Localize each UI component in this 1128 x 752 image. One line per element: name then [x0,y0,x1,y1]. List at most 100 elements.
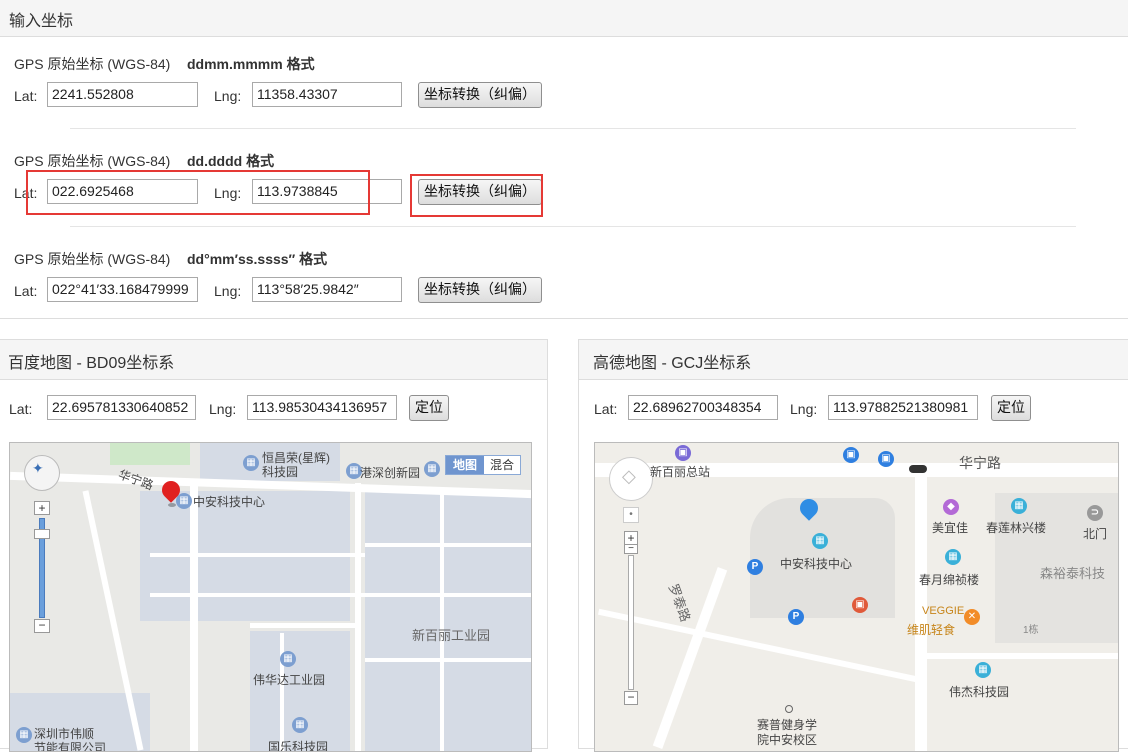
building-icon: ▦ [945,549,961,565]
gaode-lat-label: Lat: [594,401,618,417]
gate-icon: ⊃ [1087,505,1103,521]
baidu-panel-header: 百度地图 - BD09坐标系 [0,340,547,380]
zoom-slider-handle[interactable]: − [624,544,638,554]
poi-building-icon: ▦ [176,493,192,509]
section3-lat-label: Lat: [14,283,38,299]
divider-1 [70,128,1076,129]
page-title: 输入坐标 [9,13,74,30]
bus-stop-icon: ▣ [843,447,859,463]
map-poi-label: 新百丽总站 [650,465,711,479]
baidu-panel: 百度地图 - BD09坐标系 Lat: 22.695781330640852 L… [0,339,548,752]
highlight-inputs-box [26,170,370,215]
map-poi-label: 中安科技中心 [193,495,266,509]
map-block [250,631,350,751]
zoom-slider-handle[interactable] [34,529,50,539]
section-ddmm: GPS 原始坐标 (WGS-84) ddmm.mmmm 格式 Lat: 2241… [0,37,1128,127]
building-icon: ▦ [812,533,828,549]
map-poi-label: VEGGIE [922,605,965,617]
gaode-lng-input[interactable]: 113.97882521380981 [828,395,978,420]
zoom-out-button[interactable]: − [34,619,50,633]
map-road [365,543,531,547]
map-poi-label: 伟杰科技园 [949,685,1010,699]
shop-icon: ◆ [943,499,959,515]
section1-lng-input[interactable]: 11358.43307 [252,82,402,107]
map-road [652,567,728,749]
zoom-slider[interactable] [628,555,634,690]
gaode-panel-header: 高德地图 - GCJ坐标系 [579,340,1128,380]
pan-control[interactable]: ✦ [24,455,60,491]
map-type-hybrid-button[interactable]: 混合 [484,456,520,474]
map-type-switch: 地图 混合 [445,455,521,475]
marker-shadow [168,503,176,507]
map-poi-label: 1栋 [1023,625,1039,636]
section1-convert-button[interactable]: 坐标转换（纠偏） [418,82,542,108]
section3-label: GPS 原始坐标 (WGS-84) [14,251,171,267]
section3-lng-input[interactable]: 113°58′25.9842″ [252,277,402,302]
map-poi-label: 森裕泰科技 [1040,566,1106,581]
map-road [365,658,531,662]
map-poi-label: 新百丽工业园 [412,628,491,643]
baidu-map[interactable]: ✦ + − 地图 混合 华宁路 ▦ 恒昌荣(星辉) 科技园 ▦ 港深创新园 ▦ … [9,442,532,752]
building-icon: ▦ [975,662,991,678]
pan-control[interactable]: ◇ [609,457,653,501]
store-icon: ▣ [852,597,868,613]
section1-lat-input[interactable]: 2241.552808 [47,82,198,107]
gaode-map[interactable]: ◇ • + − − ▣ 新百丽总站 ▣ ▣ 华宁路 ◆ 美宜佳 ▦ 春莲林兴楼 … [594,442,1119,752]
pan-arrows-icon: ◇ [622,466,636,486]
zoom-in-button[interactable]: + [34,501,50,515]
baidu-lat-input[interactable]: 22.695781330640852 [47,395,196,420]
map-road [150,553,365,557]
section1-format: ddmm.mmmm 格式 [187,56,315,72]
map-poi-label: 春莲林兴楼 [986,521,1047,535]
map-road [355,483,361,751]
gaode-locate-button[interactable]: 定位 [991,395,1031,421]
bus-stop-icon: ▣ [878,451,894,467]
input-panel-bottom-border [0,318,1128,319]
map-road [597,608,923,684]
baidu-lng-label: Lng: [209,401,237,417]
bus-stop-icon: ▣ [675,445,691,461]
section1-lat-label: Lat: [14,88,38,104]
baidu-lng-input[interactable]: 113.98530434136957 [247,395,397,420]
gaode-panel: 高德地图 - GCJ坐标系 Lat: 22.68962700348354 Lng… [578,339,1128,752]
map-poi-label: 院中安校区 [757,733,818,747]
map-block [365,491,531,751]
baidu-title: 百度地图 - BD09坐标系 [8,355,175,372]
map-type-map-button[interactable]: 地图 [446,456,484,474]
baidu-locate-button[interactable]: 定位 [409,395,449,421]
section2-format: dd.dddd 格式 [187,153,275,169]
section3-format: dd°mm′ss.ssss″ 格式 [187,251,328,267]
section1-lng-label: Lng: [214,88,242,104]
section3-lat-input[interactable]: 022°41′33.168479999 [47,277,198,302]
poi-dot-icon [785,705,793,713]
highlight-button-box [410,174,543,217]
map-poi-label: 美宜佳 [932,521,969,535]
section3-convert-button[interactable]: 坐标转换（纠偏） [418,277,542,303]
poi-building-icon: ▦ [243,455,259,471]
building-icon: ▦ [1011,498,1027,514]
gaode-lng-label: Lng: [790,401,818,417]
map-poi-label: 北门 [1083,527,1108,541]
section2-label: GPS 原始坐标 (WGS-84) [14,153,171,169]
map-poi-label: 科技园 [262,465,299,479]
gaode-lat-input[interactable]: 22.68962700348354 [628,395,778,420]
divider-2 [70,226,1076,227]
map-poi-label: 国乐科技园 [268,740,329,752]
parking-icon: P [788,609,804,625]
map-road [250,623,360,628]
section3-lng-label: Lng: [214,283,242,299]
map-poi-label: 港深创新园 [360,466,421,480]
locate-dot-button[interactable]: • [623,507,639,523]
baidu-lat-label: Lat: [9,401,33,417]
poi-building-icon: ▦ [424,461,440,477]
food-icon: ✕ [964,609,980,625]
map-poi-label: 伟华达工业园 [253,673,326,687]
map-poi-label: 节能有限公司 [34,741,107,752]
poi-building-icon: ▦ [16,727,32,743]
map-park [110,443,190,465]
map-road [280,633,284,751]
map-road-label: 罗泰路 [665,581,694,624]
zoom-out-button[interactable]: − [624,691,638,705]
map-road [190,483,198,751]
gaode-title: 高德地图 - GCJ坐标系 [593,355,752,372]
